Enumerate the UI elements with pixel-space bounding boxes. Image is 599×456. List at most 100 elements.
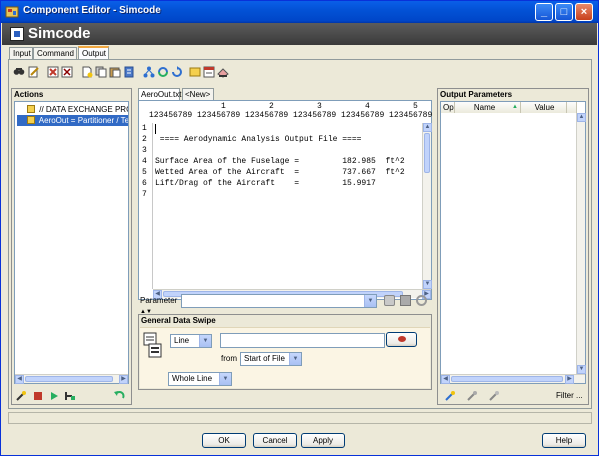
- column-header-op[interactable]: Op: [441, 102, 455, 113]
- scroll-right-icon[interactable]: ▶: [119, 375, 128, 384]
- simcode-banner: Simcode: [2, 23, 597, 45]
- scroll-down-icon[interactable]: ▼: [423, 280, 432, 289]
- chevron-down-icon: ▼: [364, 295, 376, 307]
- data-swipe-body: Line ▼ from Start of File ▼ Whole Line ▼: [140, 327, 430, 388]
- copy-parameter-icon[interactable]: [384, 295, 395, 306]
- maximize-button[interactable]: □: [555, 3, 573, 21]
- minimize-icon: _: [540, 6, 548, 18]
- column-header-name[interactable]: Name ▲: [455, 102, 521, 113]
- actions-hscrollbar[interactable]: ◀ ▶: [15, 374, 128, 384]
- column-header-value[interactable]: Value: [521, 102, 567, 113]
- delete-icon[interactable]: [47, 66, 59, 78]
- locate-icon: [397, 336, 406, 342]
- delete-all-icon[interactable]: [61, 66, 73, 78]
- column-chooser-icon[interactable]: [567, 102, 577, 113]
- actions-title: Actions: [14, 90, 44, 99]
- clear-icon[interactable]: [217, 66, 229, 78]
- edit-document-icon[interactable]: [28, 66, 40, 78]
- scroll-down-icon[interactable]: ▼: [577, 365, 586, 374]
- parameter-select[interactable]: ▼: [181, 294, 377, 308]
- clear-parameter-icon[interactable]: [416, 295, 427, 306]
- calendar-icon[interactable]: [203, 66, 215, 78]
- swipe-type-select[interactable]: Line ▼: [170, 334, 212, 348]
- undo-icon[interactable]: [113, 390, 125, 402]
- chevron-down-icon: ▼: [199, 335, 211, 347]
- data-swipe-title: General Data Swipe: [141, 316, 216, 325]
- refresh-icon[interactable]: [171, 66, 183, 78]
- status-bar: [8, 412, 592, 424]
- code-line: Surface Area of the Fuselage = 182.985 f…: [155, 157, 405, 166]
- scroll-up-icon[interactable]: ▲: [577, 113, 586, 122]
- editor-tab-aeroout[interactable]: AeroOut.txt: [138, 88, 181, 100]
- edit-parameter-icon[interactable]: [400, 295, 411, 306]
- hierarchy-icon[interactable]: [143, 66, 155, 78]
- text-cursor: [155, 124, 156, 134]
- properties-icon[interactable]: [123, 66, 135, 78]
- scroll-left-icon[interactable]: ◀: [441, 375, 450, 384]
- scope-value: Whole Line: [172, 374, 213, 383]
- help-button[interactable]: Help: [542, 433, 586, 448]
- new-document-icon[interactable]: [81, 66, 93, 78]
- editor-area[interactable]: 1 2 3 4 5 123456789 123456789 123456789 …: [138, 100, 432, 300]
- copy-icon[interactable]: [95, 66, 107, 78]
- app-icon: [5, 6, 19, 18]
- scroll-right-icon[interactable]: ▶: [565, 375, 574, 384]
- find-icon[interactable]: [13, 66, 25, 78]
- sync-icon[interactable]: [157, 66, 169, 78]
- step-icon[interactable]: [64, 390, 76, 402]
- tab-output[interactable]: Output: [78, 46, 109, 60]
- line-number: 2: [142, 135, 147, 144]
- code-line: Wetted Area of the Aircraft = 737.667 ft…: [155, 168, 405, 177]
- action-item-label: AeroOut = Partitioner / Tex: [38, 116, 128, 125]
- window-title: Component Editor - Simcode: [23, 5, 161, 16]
- line-number: 1: [142, 124, 147, 133]
- filter-button[interactable]: Filter ...: [556, 391, 583, 401]
- scroll-thumb[interactable]: [424, 133, 430, 173]
- output-hscrollbar[interactable]: ◀ ▶: [441, 374, 585, 384]
- line-number: 7: [142, 190, 147, 199]
- swipe-search-input[interactable]: [220, 333, 385, 348]
- title-bar[interactable]: Component Editor - Simcode _ □ ×: [1, 1, 598, 23]
- banner-title: Simcode: [28, 25, 91, 42]
- note-icon[interactable]: [189, 66, 201, 78]
- remove-parameter-icon[interactable]: [488, 390, 500, 402]
- editor-vscrollbar[interactable]: ▲ ▼: [422, 123, 432, 289]
- comment-icon: [27, 105, 35, 113]
- scroll-left-icon[interactable]: ◀: [15, 375, 24, 384]
- column-header-value-label: Value: [534, 103, 555, 112]
- add-parameter-icon[interactable]: [444, 390, 456, 402]
- scroll-thumb[interactable]: [451, 376, 563, 382]
- output-parameters-title: Output Parameters: [440, 90, 513, 99]
- run-icon[interactable]: [48, 390, 60, 402]
- swipe-locate-button[interactable]: [386, 332, 417, 347]
- data-swipe-panel: General Data Swipe Line ▼ from Start of …: [138, 314, 432, 390]
- ok-button[interactable]: OK: [202, 433, 246, 448]
- code-line: ==== Aerodynamic Analysis Output File ==…: [155, 135, 362, 144]
- parameter-label: Parameter: [140, 296, 178, 305]
- editor-tab-new[interactable]: <New>: [182, 88, 214, 100]
- actions-panel: Actions // DATA EXCHANGE PROC AeroOut = …: [11, 88, 132, 405]
- edit-parameter-icon[interactable]: [466, 390, 478, 402]
- ruler-tens: 1 2 3 4 5: [149, 102, 418, 111]
- apply-button[interactable]: Apply: [301, 433, 345, 448]
- close-button[interactable]: ×: [575, 3, 593, 21]
- close-icon: ×: [580, 6, 588, 18]
- paste-icon[interactable]: [109, 66, 121, 78]
- output-tab-content: Actions // DATA EXCHANGE PROC AeroOut = …: [8, 59, 592, 409]
- output-vscrollbar[interactable]: ▲ ▼: [576, 113, 586, 374]
- document-select-icon[interactable]: [143, 332, 163, 358]
- stop-icon[interactable]: [32, 390, 44, 402]
- wizard-icon[interactable]: [15, 390, 27, 402]
- action-item[interactable]: // DATA EXCHANGE PROC: [17, 104, 128, 115]
- simcode-logo-icon: [10, 27, 24, 41]
- scroll-thumb[interactable]: [25, 376, 113, 382]
- scroll-up-icon[interactable]: ▲: [423, 123, 432, 132]
- minimize-button[interactable]: _: [535, 3, 553, 21]
- cancel-button[interactable]: Cancel: [253, 433, 297, 448]
- scope-select[interactable]: Whole Line ▼: [168, 372, 232, 386]
- action-item-selected[interactable]: AeroOut = Partitioner / Tex: [17, 115, 128, 126]
- chevron-down-icon: ▼: [289, 353, 301, 365]
- ruler-units: 123456789 123456789 123456789 123456789 …: [149, 111, 433, 120]
- chevron-down-icon: ▼: [219, 373, 231, 385]
- from-select[interactable]: Start of File ▼: [240, 352, 302, 366]
